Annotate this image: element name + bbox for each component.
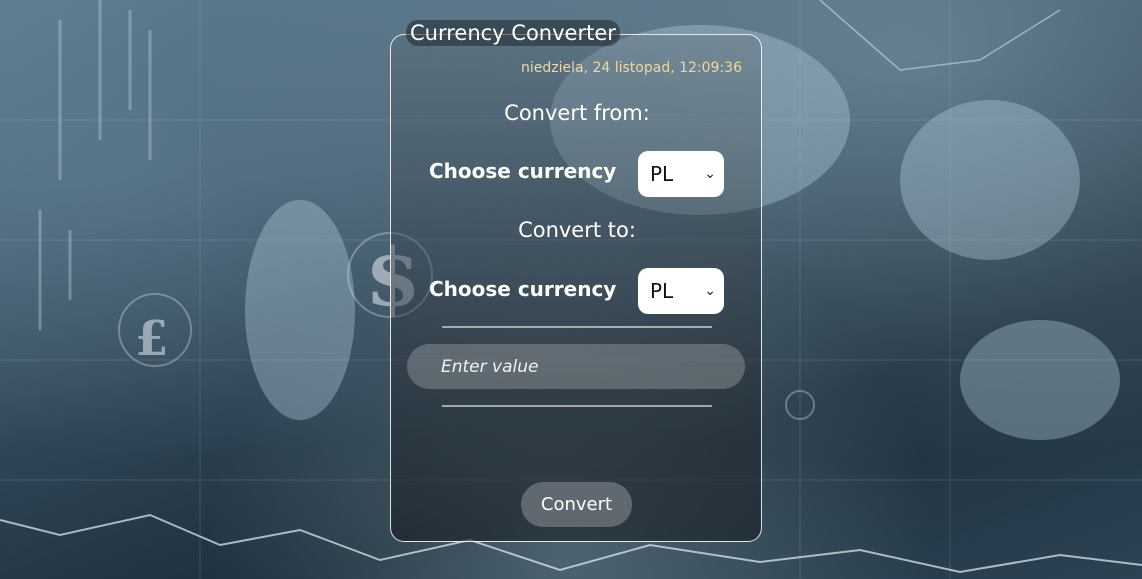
svg-text:£: £ — [135, 311, 168, 367]
convert-from-heading: Convert from: — [504, 101, 650, 125]
chevron-down-icon: ⌄ — [704, 283, 716, 299]
divider-top — [442, 326, 712, 328]
to-currency-value: PL — [650, 279, 674, 303]
chevron-down-icon: ⌄ — [704, 166, 716, 182]
to-currency-label: Choose currency — [429, 277, 617, 301]
converter-card: niedziela, 24 listopad, 12:09:36 Convert… — [390, 34, 762, 542]
app-title: Currency Converter — [406, 20, 620, 46]
amount-input[interactable] — [407, 344, 745, 389]
from-currency-value: PL — [650, 162, 674, 186]
from-currency-select[interactable]: PL ⌄ — [638, 151, 724, 197]
divider-bottom — [442, 405, 712, 407]
convert-button[interactable]: Convert — [521, 482, 632, 527]
convert-to-heading: Convert to: — [518, 218, 636, 242]
datetime-display: niedziela, 24 listopad, 12:09:36 — [520, 60, 742, 76]
from-currency-label: Choose currency — [429, 159, 617, 183]
to-currency-select[interactable]: PL ⌄ — [638, 268, 724, 314]
